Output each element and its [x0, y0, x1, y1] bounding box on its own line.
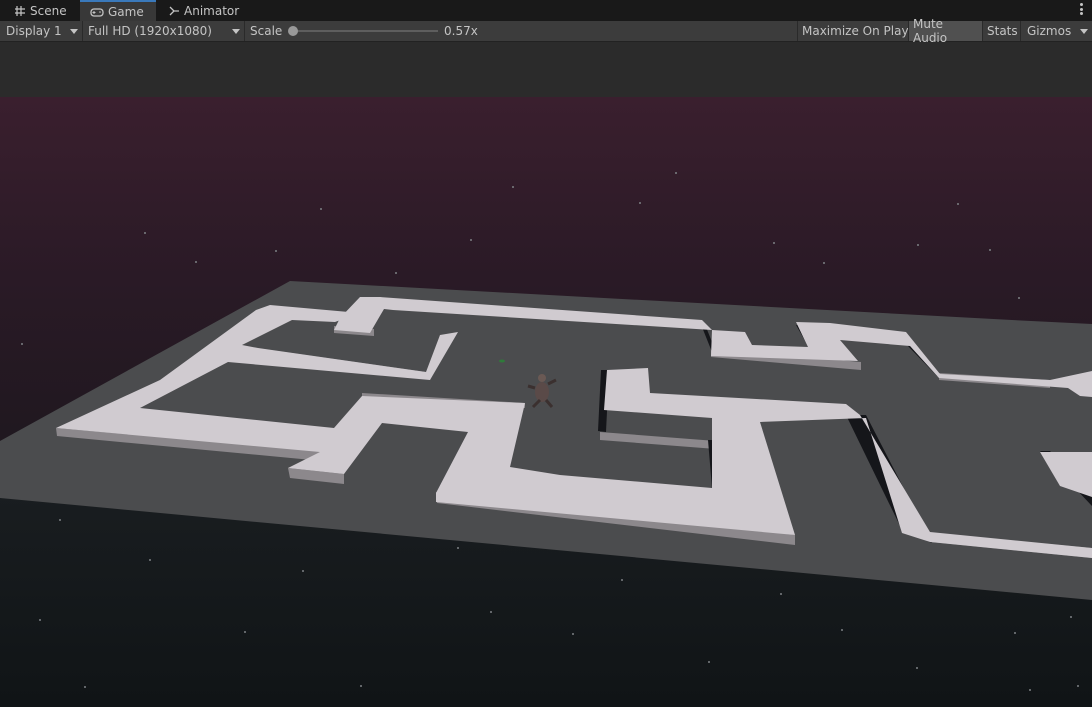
scale-slider-track[interactable]	[292, 30, 438, 32]
tab-animator[interactable]: Animator	[158, 0, 249, 21]
stats-label: Stats	[987, 24, 1018, 38]
maximize-on-play-button[interactable]: Maximize On Play	[798, 21, 913, 41]
stats-button[interactable]: Stats	[983, 21, 1022, 41]
tab-scene[interactable]: Scene	[4, 0, 77, 21]
grid-icon	[15, 5, 25, 16]
dropdown-arrow-icon	[70, 29, 78, 34]
pickup-marker	[499, 359, 505, 363]
gizmos-dropdown[interactable]: Gizmos	[1021, 21, 1092, 41]
mute-audio-button[interactable]: Mute Audio	[909, 17, 982, 45]
display-label: Display 1	[6, 24, 62, 38]
sky-band	[0, 42, 1092, 98]
resolution-dropdown[interactable]: Full HD (1920x1080)	[82, 21, 244, 41]
dropdown-arrow-icon	[232, 29, 240, 34]
mute-audio-label: Mute Audio	[913, 17, 948, 45]
maximize-on-play-label: Maximize On Play	[802, 24, 909, 38]
game-view[interactable]	[0, 42, 1092, 707]
scale-slider-thumb[interactable]	[288, 26, 298, 36]
game-toolbar: Display 1 Full HD (1920x1080) Scale 0.57…	[0, 17, 1092, 45]
display-dropdown[interactable]: Display 1	[0, 21, 82, 41]
gizmos-label: Gizmos	[1027, 24, 1072, 38]
divider	[244, 21, 245, 41]
gamepad-icon	[90, 8, 104, 17]
scale-label: Scale	[250, 24, 283, 38]
tab-scene-label: Scene	[30, 3, 67, 18]
more-options-icon[interactable]	[1080, 3, 1084, 17]
scale-value: 0.57x	[444, 24, 478, 38]
game-render	[0, 42, 1092, 707]
tab-animator-label: Animator	[184, 3, 240, 18]
resolution-label: Full HD (1920x1080)	[88, 24, 212, 38]
tab-game[interactable]: Game	[80, 0, 156, 22]
dropdown-arrow-icon	[1080, 29, 1088, 34]
tab-game-label: Game	[108, 5, 144, 19]
animator-icon	[169, 6, 179, 15]
